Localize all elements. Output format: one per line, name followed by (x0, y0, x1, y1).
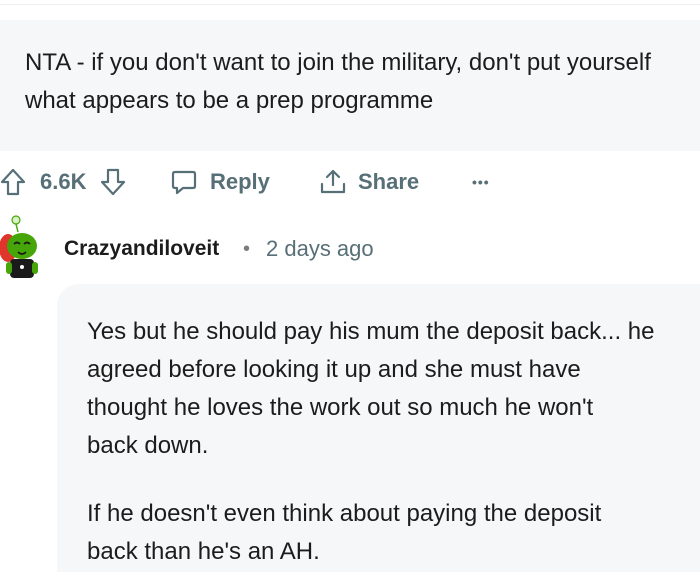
vote-score: 6.6K (40, 169, 87, 194)
comment-thread: NTA - if you don't want to join the mili… (0, 0, 700, 572)
reply-paragraph: Yes but he should pay his mum the deposi… (87, 318, 655, 459)
share-arrow-icon (320, 169, 346, 194)
reply-comment-text: Yes but he should pay his mum the deposi… (87, 313, 700, 571)
more-options-button[interactable]: ••• (472, 162, 490, 202)
comment-action-bar: 6.6K Reply Share ••• (0, 162, 700, 202)
reply-label: Reply (210, 169, 270, 194)
comment-author[interactable]: Crazyandiloveit (64, 235, 219, 263)
upvote-button[interactable] (0, 162, 26, 202)
share-button[interactable]: Share (318, 162, 419, 202)
meta-separator: • (243, 238, 251, 260)
reply-paragraph: If he doesn't even think about paying th… (87, 500, 602, 565)
arrow-down-icon (100, 168, 126, 196)
reply-button[interactable]: Reply (170, 162, 270, 202)
parent-comment-text: NTA - if you don't want to join the mili… (25, 49, 651, 114)
downvote-button[interactable] (100, 162, 126, 202)
speech-bubble-icon (171, 170, 197, 195)
divider (0, 4, 700, 5)
avatar[interactable] (0, 214, 42, 278)
arrow-up-icon (0, 168, 26, 196)
share-label: Share (358, 169, 420, 194)
comment-timestamp[interactable]: 2 days ago (266, 235, 374, 263)
snoo-avatar-icon (0, 215, 38, 278)
